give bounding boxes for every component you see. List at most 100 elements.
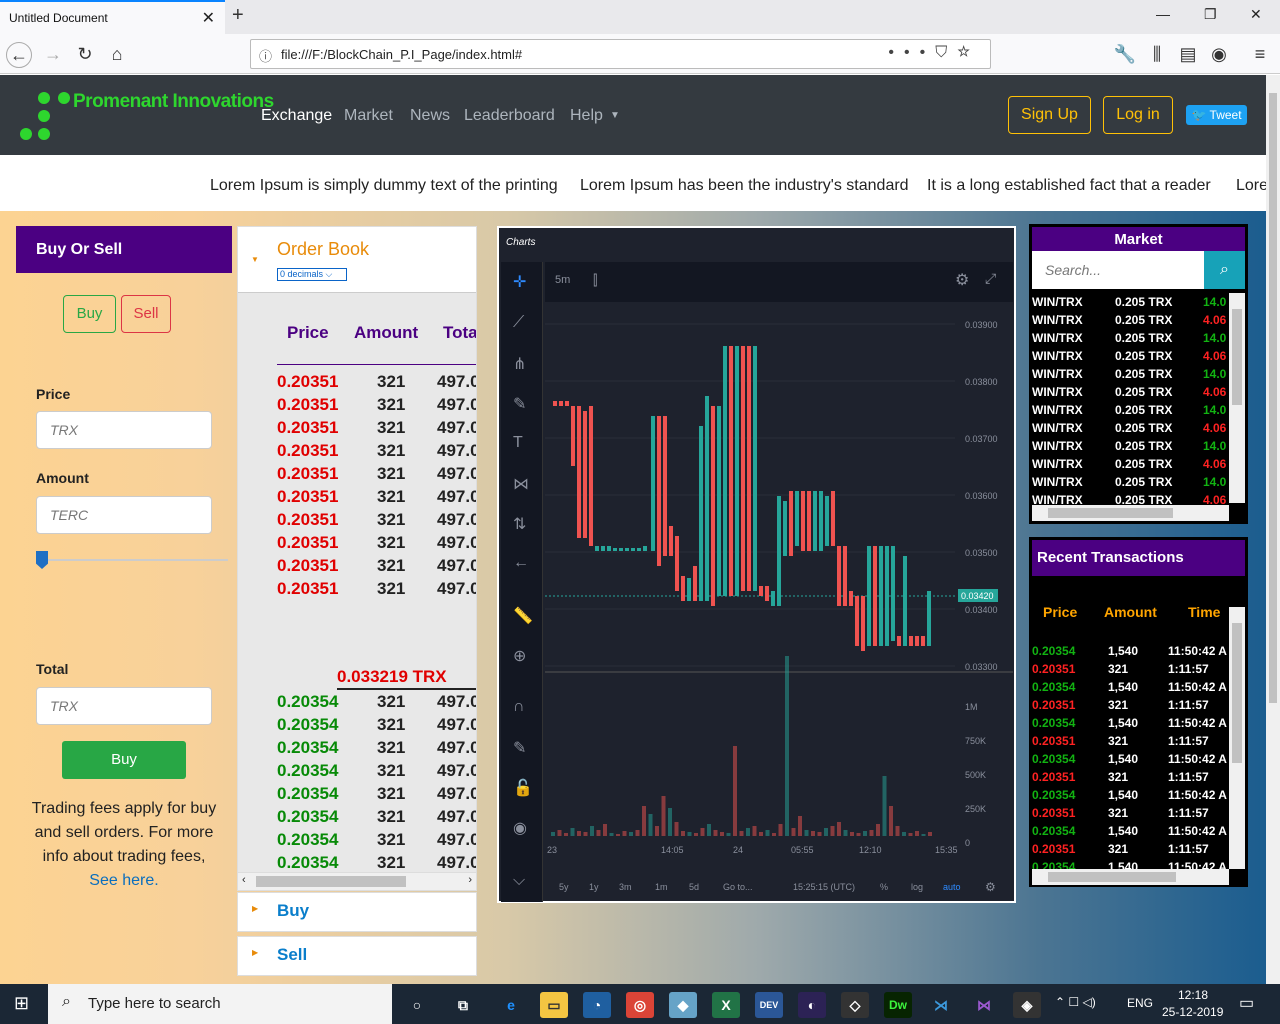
sign-up-button[interactable]: Sign Up <box>1008 96 1091 134</box>
back-icon[interactable]: ← <box>6 42 32 68</box>
pitchfork-icon[interactable]: ⋔ <box>513 354 526 374</box>
bid-row[interactable]: 0.20354 321 497.0 <box>238 761 476 784</box>
search-icon[interactable]: ⌕ <box>1204 251 1245 289</box>
close-window-icon[interactable]: ✕ <box>1250 6 1262 23</box>
chrome-icon[interactable]: ◎ <box>626 992 654 1018</box>
measure-icon[interactable]: ⇅ <box>513 514 526 534</box>
interval-select[interactable]: 5m <box>555 274 570 286</box>
notifications-icon[interactable]: ▭ <box>1239 993 1254 1013</box>
market-row[interactable]: WIN/TRX 0.205 TRX 14.0 <box>1032 293 1237 311</box>
sidebar-icon[interactable]: ▤ <box>1175 42 1201 68</box>
market-vscroll[interactable] <box>1229 293 1245 503</box>
transaction-row[interactable]: 0.20351 321 1:11:57 PM <box>1032 768 1229 786</box>
page-scrollbar[interactable] <box>1266 75 1280 984</box>
bid-row[interactable]: 0.20354 321 497.0 <box>238 807 476 830</box>
app-icon[interactable]: ◆ <box>669 992 697 1018</box>
windows-start-icon[interactable]: ⊞ <box>14 993 29 1014</box>
ask-row[interactable]: 0.20351 321 497.0 <box>238 464 476 487</box>
dreamweaver-icon[interactable]: Dw <box>884 992 912 1018</box>
fullscreen-icon[interactable]: ⤢ <box>985 270 996 287</box>
bid-row[interactable]: 0.20354 321 497.0 <box>238 830 476 853</box>
devcpp-icon[interactable]: DEV <box>755 992 783 1018</box>
brush-icon[interactable]: ✎ <box>513 394 526 414</box>
goto-button[interactable]: Go to... <box>723 882 753 892</box>
order-book-hscroll[interactable]: ‹ › <box>238 872 476 890</box>
library-icon[interactable]: ⫼ <box>1144 42 1170 68</box>
page-actions-icon[interactable]: •••⛉☆ <box>888 44 980 62</box>
transaction-row[interactable]: 0.20354 1,540 11:50:42 A <box>1032 750 1229 768</box>
git-icon[interactable]: ◈ <box>1013 992 1041 1018</box>
close-tab-icon[interactable]: ✕ <box>202 8 215 28</box>
transaction-row[interactable]: 0.20351 321 1:11:57 PM <box>1032 696 1229 714</box>
trash-icon[interactable]: ⌵ <box>513 872 525 890</box>
bid-row[interactable]: 0.20354 321 497.0 <box>238 738 476 761</box>
cortana-icon[interactable]: ○ <box>403 992 431 1018</box>
fees-link[interactable]: See here. <box>89 872 158 889</box>
eye-icon[interactable]: ◉ <box>513 818 527 838</box>
zoom-icon[interactable]: ⊕ <box>513 646 526 666</box>
market-row[interactable]: WIN/TRX 0.205 TRX 14.0 <box>1032 329 1237 347</box>
lock-drawing-icon[interactable]: ✎ <box>513 738 526 758</box>
vscode-icon[interactable]: ⋊ <box>927 992 955 1018</box>
amount-input[interactable]: TERC <box>36 496 212 534</box>
scroll-left-icon[interactable]: ‹ <box>242 874 246 886</box>
range-1m[interactable]: 1m <box>655 882 668 892</box>
log-toggle[interactable]: log <box>911 882 923 892</box>
transaction-row[interactable]: 0.20354 1,540 11:50:42 A <box>1032 678 1229 696</box>
transactions-hscroll[interactable] <box>1032 869 1229 885</box>
text-icon[interactable]: T <box>513 434 523 452</box>
firefox-icon[interactable]: ◔ <box>583 992 611 1018</box>
nav-exchange[interactable]: Exchange <box>261 107 332 125</box>
edge-icon[interactable]: e <box>497 992 525 1018</box>
sell-accordion[interactable]: ▶ Sell <box>237 936 477 976</box>
ask-row[interactable]: 0.20351 321 497.0 <box>238 418 476 441</box>
taskbar-search[interactable]: ⌕ Type here to search <box>48 984 392 1024</box>
ask-row[interactable]: 0.20351 321 497.0 <box>238 556 476 579</box>
nav-market[interactable]: Market <box>344 107 393 125</box>
decimals-select[interactable]: 0 decimals ⌵ <box>277 268 347 281</box>
scroll-thumb[interactable] <box>256 876 406 887</box>
account-icon[interactable]: ◉ <box>1206 42 1232 68</box>
market-row[interactable]: WIN/TRX 0.205 TRX 4.06 <box>1032 347 1237 365</box>
nav-leaderboard[interactable]: Leaderboard <box>464 107 555 125</box>
excel-icon[interactable]: X <box>712 992 740 1018</box>
collapse-caret-icon[interactable]: ▼ <box>251 255 259 264</box>
market-row[interactable]: WIN/TRX 0.205 TRX 14.0 <box>1032 365 1237 383</box>
settings-gear-icon[interactable]: ⚙ <box>955 270 969 290</box>
new-tab-button[interactable]: + <box>232 4 244 27</box>
clock-date[interactable]: 25-12-2019 <box>1162 1005 1223 1019</box>
tools-icon[interactable]: 🔧 <box>1112 42 1138 68</box>
ruler-icon[interactable]: 📏 <box>513 606 533 626</box>
ticker-item[interactable]: Lorem Ipsum is simply dummy text of the … <box>210 177 558 195</box>
file-explorer-icon[interactable]: ▭ <box>540 992 568 1018</box>
transaction-row[interactable]: 0.20351 321 1:11:57 PM <box>1032 660 1229 678</box>
order-book-header[interactable]: ▼ Order Book 0 decimals ⌵ <box>238 227 476 293</box>
eclipse-icon[interactable]: ◐ <box>798 992 826 1018</box>
market-search-input[interactable]: Search... <box>1032 251 1204 289</box>
chart-settings-icon[interactable]: ⚙ <box>985 880 996 894</box>
buy-accordion[interactable]: ▶ Buy <box>237 892 477 932</box>
ask-row[interactable]: 0.20351 321 497.0 <box>238 441 476 464</box>
transaction-row[interactable]: 0.20354 1,540 11:50:42 A <box>1032 714 1229 732</box>
pattern-icon[interactable]: ⋈ <box>513 474 529 494</box>
ask-row[interactable]: 0.20351 321 497.0 <box>238 510 476 533</box>
bid-row[interactable]: 0.20354 321 497.0 <box>238 784 476 807</box>
scroll-thumb[interactable] <box>1048 508 1173 518</box>
nav-news[interactable]: News <box>410 107 450 125</box>
transaction-row[interactable]: 0.20351 321 1:11:57 PM <box>1032 804 1229 822</box>
buy-tab-button[interactable]: Buy <box>63 295 116 333</box>
price-input[interactable]: TRX <box>36 411 212 449</box>
home-icon[interactable]: ⌂ <box>104 42 130 68</box>
trendline-icon[interactable]: ⟋ <box>513 314 524 332</box>
transactions-vscroll[interactable] <box>1229 607 1245 869</box>
language-indicator[interactable]: ENG <box>1127 996 1153 1010</box>
market-row[interactable]: WIN/TRX 0.205 TRX 14.0 <box>1032 437 1237 455</box>
ask-row[interactable]: 0.20351 321 497.0 <box>238 395 476 418</box>
market-row[interactable]: WIN/TRX 0.205 TRX 14.0 <box>1032 473 1237 491</box>
range-5y[interactable]: 5y <box>559 882 569 892</box>
ticker-item[interactable]: Lore <box>1236 177 1266 195</box>
clock-time[interactable]: 12:18 <box>1178 988 1208 1002</box>
brand-name[interactable]: Promenant Innovations <box>73 91 274 113</box>
market-row[interactable]: WIN/TRX 0.205 TRX 4.06 <box>1032 311 1237 329</box>
scroll-right-icon[interactable]: › <box>468 874 472 886</box>
